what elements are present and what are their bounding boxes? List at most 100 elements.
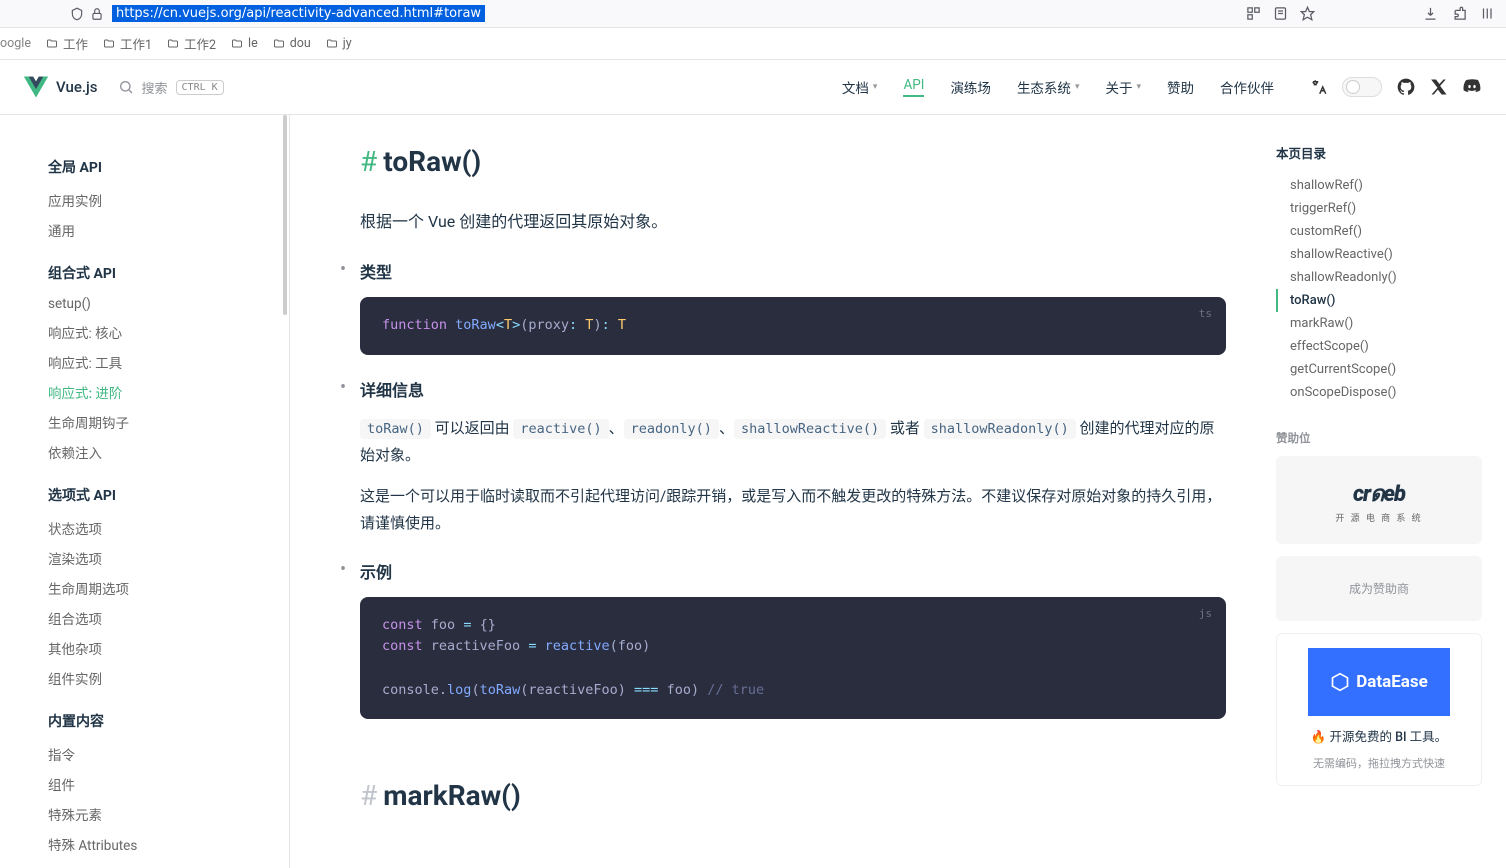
sidebar-item[interactable]: 渲染选项 xyxy=(48,543,289,573)
extensions-icon[interactable] xyxy=(1452,6,1467,21)
code-block-type[interactable]: tsfunction toRaw<T>(proxy: T): T xyxy=(360,297,1226,355)
toc-item[interactable]: shallowRef() xyxy=(1276,174,1482,197)
search-box[interactable]: 搜索 CTRL K xyxy=(118,78,224,97)
become-sponsor-box[interactable]: 成为赞助商 xyxy=(1276,556,1482,621)
dataease-desc: 无需编码，拖拉拽方式快速 xyxy=(1313,755,1445,771)
translate-icon[interactable] xyxy=(1310,78,1328,96)
inline-code[interactable]: shallowReadonly() xyxy=(924,419,1076,439)
bookmark-item[interactable]: le xyxy=(230,36,258,51)
sidebar-item[interactable]: 依赖注入 xyxy=(48,437,289,467)
folder-icon xyxy=(102,38,116,50)
bookmark-item[interactable]: 工作1 xyxy=(102,34,152,53)
discord-icon[interactable] xyxy=(1462,77,1482,97)
description: 根据一个 Vue 创建的代理返回其原始对象。 xyxy=(360,208,1226,235)
star-icon[interactable] xyxy=(1300,6,1315,21)
crmeb-subtitle: 开 源 电 商 系 统 xyxy=(1335,511,1422,524)
folder-icon xyxy=(325,38,339,50)
dataease-logo: DataEase xyxy=(1308,648,1450,716)
folder-icon xyxy=(272,38,286,50)
inline-code[interactable]: readonly() xyxy=(624,419,719,439)
main-nav: 文档▾ API 演练场 生态系统▾ 关于▾ 赞助 合作伙伴 xyxy=(842,77,1482,97)
toc-item[interactable]: shallowReadonly() xyxy=(1276,266,1482,289)
folder-icon xyxy=(230,38,244,50)
main-content: # toRaw() 根据一个 Vue 创建的代理返回其原始对象。 类型 tsfu… xyxy=(290,115,1266,868)
section-type-title: 类型 xyxy=(360,259,1226,283)
code-block-example[interactable]: jsconst foo = {} const reactiveFoo = rea… xyxy=(360,597,1226,719)
sidebar-item[interactable]: 状态选项 xyxy=(48,513,289,543)
sponsor-crmeb[interactable]: crดeb 开 源 电 商 系 统 xyxy=(1276,456,1482,544)
bookmark-item[interactable]: oogle xyxy=(0,36,31,51)
sidebar-icon[interactable] xyxy=(1481,6,1496,21)
bookmark-item[interactable]: jy xyxy=(325,36,352,51)
scrollbar-thumb[interactable] xyxy=(283,115,287,315)
nav-docs[interactable]: 文档▾ xyxy=(842,77,878,97)
anchor-hash[interactable]: # xyxy=(360,779,377,812)
nav-sponsor[interactable]: 赞助 xyxy=(1167,77,1194,97)
qr-icon[interactable] xyxy=(1246,6,1261,21)
nav-api[interactable]: API xyxy=(903,77,924,97)
lock-icon xyxy=(90,7,104,21)
section-detail-title: 详细信息 xyxy=(360,377,1226,401)
search-icon xyxy=(118,79,134,95)
github-icon[interactable] xyxy=(1396,77,1416,97)
crmeb-logo-text: crดeb xyxy=(1353,476,1405,511)
browser-url-bar: https://cn.vuejs.org/api/reactivity-adva… xyxy=(0,0,1506,28)
sidebar-item[interactable]: 指令 xyxy=(48,739,289,769)
page-heading: # toRaw() xyxy=(360,145,1226,178)
bookmarks-bar: oogle 工作 工作1 工作2 le dou jy xyxy=(0,28,1506,60)
sidebar-item[interactable]: 组合选项 xyxy=(48,603,289,633)
toc-item[interactable]: onScopeDispose() xyxy=(1276,381,1482,404)
toc-item[interactable]: triggerRef() xyxy=(1276,197,1482,220)
sponsor-dataease[interactable]: DataEase 🔥 开源免费的 BI 工具。 无需编码，拖拉拽方式快速 xyxy=(1276,633,1482,786)
download-icon[interactable] xyxy=(1423,6,1438,21)
url-text[interactable]: https://cn.vuejs.org/api/reactivity-adva… xyxy=(112,5,485,22)
sidebar-item[interactable]: setup() xyxy=(48,291,289,317)
site-header: Vue.js 搜索 CTRL K 文档▾ API 演练场 生态系统▾ 关于▾ 赞… xyxy=(0,60,1506,115)
sidebar-group-title: 组合式 API xyxy=(48,263,289,283)
detail-paragraph-1: toRaw() 可以返回由 reactive()、readonly()、shal… xyxy=(360,415,1226,469)
reader-icon[interactable] xyxy=(1273,6,1288,21)
sidebar-item[interactable]: 组件实例 xyxy=(48,663,289,693)
sidebar-item[interactable]: 特殊元素 xyxy=(48,799,289,829)
nav-playground[interactable]: 演练场 xyxy=(950,77,991,97)
sidebar-item[interactable]: 应用实例 xyxy=(48,185,289,215)
toc-title: 本页目录 xyxy=(1276,143,1482,162)
bookmark-item[interactable]: 工作2 xyxy=(166,34,216,53)
sidebar-item-active[interactable]: 响应式: 进阶 xyxy=(48,377,289,407)
toc-item[interactable]: markRaw() xyxy=(1276,312,1482,335)
sidebar-group-title: 内置内容 xyxy=(48,711,289,731)
nav-ecosystem[interactable]: 生态系统▾ xyxy=(1017,77,1080,97)
sidebar-item[interactable]: 响应式: 核心 xyxy=(48,317,289,347)
sidebar-item[interactable]: 其他杂项 xyxy=(48,633,289,663)
toc-item-active[interactable]: toRaw() xyxy=(1276,289,1482,312)
sidebar-item[interactable]: 组件 xyxy=(48,769,289,799)
logo[interactable]: Vue.js xyxy=(24,75,98,99)
anchor-hash[interactable]: # xyxy=(360,145,377,178)
sidebar-item[interactable]: 生命周期选项 xyxy=(48,573,289,603)
inline-code[interactable]: reactive() xyxy=(513,419,608,439)
toc-item[interactable]: getCurrentScope() xyxy=(1276,358,1482,381)
section-example-title: 示例 xyxy=(360,559,1226,583)
toc-item[interactable]: customRef() xyxy=(1276,220,1482,243)
nav-partners[interactable]: 合作伙伴 xyxy=(1220,77,1274,97)
toc-item[interactable]: effectScope() xyxy=(1276,335,1482,358)
sidebar-item[interactable]: 生命周期钩子 xyxy=(48,407,289,437)
shield-icon xyxy=(70,7,84,21)
bookmark-item[interactable]: 工作 xyxy=(45,34,88,53)
site-name: Vue.js xyxy=(56,78,98,96)
twitter-icon[interactable] xyxy=(1430,78,1448,96)
toc-item[interactable]: shallowReactive() xyxy=(1276,243,1482,266)
next-heading: # markRaw() xyxy=(360,779,1226,812)
theme-toggle[interactable] xyxy=(1342,77,1382,97)
hexagon-icon xyxy=(1330,672,1350,692)
bookmark-item[interactable]: dou xyxy=(272,36,311,51)
inline-code: toRaw() xyxy=(360,419,431,439)
code-lang-badge: ts xyxy=(1199,305,1212,323)
code-lang-badge: js xyxy=(1199,605,1212,623)
sidebar-item[interactable]: 特殊 Attributes xyxy=(48,829,289,859)
sidebar-item[interactable]: 通用 xyxy=(48,215,289,245)
nav-about[interactable]: 关于▾ xyxy=(1105,77,1141,97)
vue-logo-icon xyxy=(24,75,48,99)
sidebar-item[interactable]: 响应式: 工具 xyxy=(48,347,289,377)
inline-code[interactable]: shallowReactive() xyxy=(734,419,886,439)
